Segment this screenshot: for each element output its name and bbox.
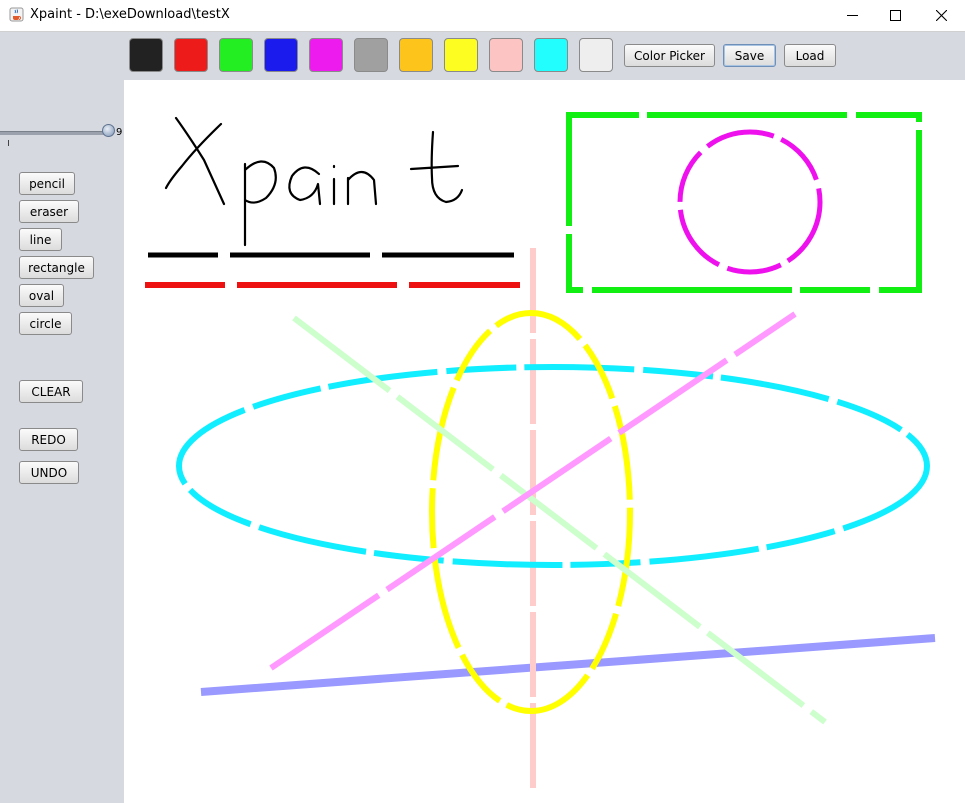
- stroke-size-slider[interactable]: [0, 131, 110, 135]
- color-swatch[interactable]: [444, 38, 478, 72]
- stroke-size-slider-thumb[interactable]: [102, 124, 115, 137]
- tool-rectangle-button[interactable]: rectangle: [19, 256, 94, 279]
- handwriting-p: [243, 160, 277, 247]
- redo-button[interactable]: REDO: [19, 428, 78, 451]
- handwriting-t: [409, 130, 464, 204]
- undo-button[interactable]: UNDO: [19, 461, 79, 484]
- stroke-size-value: 9: [116, 127, 123, 138]
- tool-line-button[interactable]: line: [19, 228, 62, 251]
- color-swatch[interactable]: [174, 38, 208, 72]
- java-cup-icon: [9, 7, 24, 22]
- color-swatch[interactable]: [354, 38, 388, 72]
- minimize-icon: [846, 15, 858, 16]
- minimize-button[interactable]: [829, 0, 875, 31]
- color-picker-button[interactable]: Color Picker: [624, 44, 715, 67]
- magenta-circle: [677, 129, 823, 275]
- maximize-icon: [889, 10, 901, 21]
- tool-oval-button[interactable]: oval: [19, 284, 64, 307]
- color-swatch[interactable]: [579, 38, 613, 72]
- maximize-button[interactable]: [872, 0, 918, 31]
- handwriting-n: [346, 170, 378, 206]
- handwriting-x-stroke-1: [174, 116, 226, 206]
- save-button[interactable]: Save: [723, 44, 776, 67]
- color-swatch[interactable]: [264, 38, 298, 72]
- tool-circle-button[interactable]: circle: [19, 312, 72, 335]
- title-bar: Xpaint - D:\exeDownload\testX: [0, 0, 965, 32]
- cyan-ellipse: [176, 364, 930, 568]
- window-title: Xpaint - D:\exeDownload\testX: [30, 7, 230, 22]
- tool-pencil-button[interactable]: pencil: [19, 172, 75, 195]
- color-swatch[interactable]: [219, 38, 253, 72]
- color-swatch[interactable]: [129, 38, 163, 72]
- tool-eraser-button[interactable]: eraser: [19, 200, 79, 223]
- slider-tick: [8, 140, 9, 146]
- green-rectangle: [566, 112, 922, 293]
- periwinkle-line: [200, 634, 936, 696]
- color-swatch[interactable]: [309, 38, 343, 72]
- tool-sidebar: 9 pencil eraser line rectangle oval circ…: [0, 80, 124, 803]
- close-icon: [935, 10, 947, 21]
- close-button[interactable]: [918, 0, 964, 31]
- drawing-canvas[interactable]: [124, 80, 965, 803]
- palette-toolbar: Color Picker Save Load: [0, 32, 965, 80]
- color-swatch[interactable]: [489, 38, 523, 72]
- color-swatch[interactable]: [399, 38, 433, 72]
- clear-button[interactable]: CLEAR: [19, 380, 83, 403]
- load-button[interactable]: Load: [784, 44, 836, 67]
- handwriting-a: [288, 166, 322, 206]
- canvas-drawing: [145, 112, 936, 792]
- color-swatch[interactable]: [534, 38, 568, 72]
